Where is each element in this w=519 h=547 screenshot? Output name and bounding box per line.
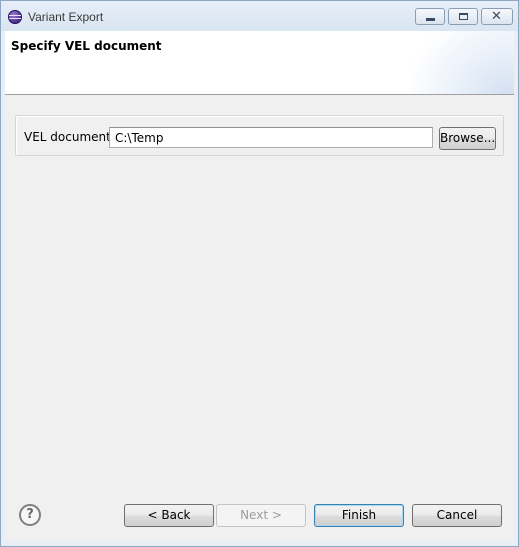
title-bar[interactable]: Variant Export ✕ bbox=[1, 1, 518, 31]
vel-document-label: VEL document: bbox=[24, 130, 115, 144]
maximize-button[interactable] bbox=[448, 8, 478, 25]
cancel-button[interactable]: Cancel bbox=[412, 504, 502, 527]
eclipse-app-icon bbox=[8, 10, 22, 24]
maximize-icon bbox=[459, 13, 468, 20]
close-icon: ✕ bbox=[491, 9, 502, 24]
back-button[interactable]: < Back bbox=[124, 504, 214, 527]
help-icon[interactable]: ? bbox=[19, 504, 41, 526]
minimize-icon bbox=[426, 18, 435, 21]
vel-document-group: VEL document: Browse... bbox=[15, 115, 504, 156]
header-banner-graphic bbox=[404, 31, 514, 94]
page-title: Specify VEL document bbox=[11, 39, 162, 53]
wizard-header: Specify VEL document bbox=[5, 31, 514, 94]
next-button[interactable]: Next > bbox=[216, 504, 306, 527]
minimize-button[interactable] bbox=[415, 8, 445, 25]
vel-document-input[interactable] bbox=[109, 127, 433, 148]
window-title: Variant Export bbox=[28, 10, 104, 24]
close-button[interactable]: ✕ bbox=[481, 8, 513, 25]
wizard-content: VEL document: Browse... bbox=[5, 95, 514, 540]
dialog-window: Variant Export ✕ Specify VEL document VE… bbox=[0, 0, 519, 547]
finish-button[interactable]: Finish bbox=[314, 504, 404, 527]
browse-button[interactable]: Browse... bbox=[439, 127, 496, 150]
